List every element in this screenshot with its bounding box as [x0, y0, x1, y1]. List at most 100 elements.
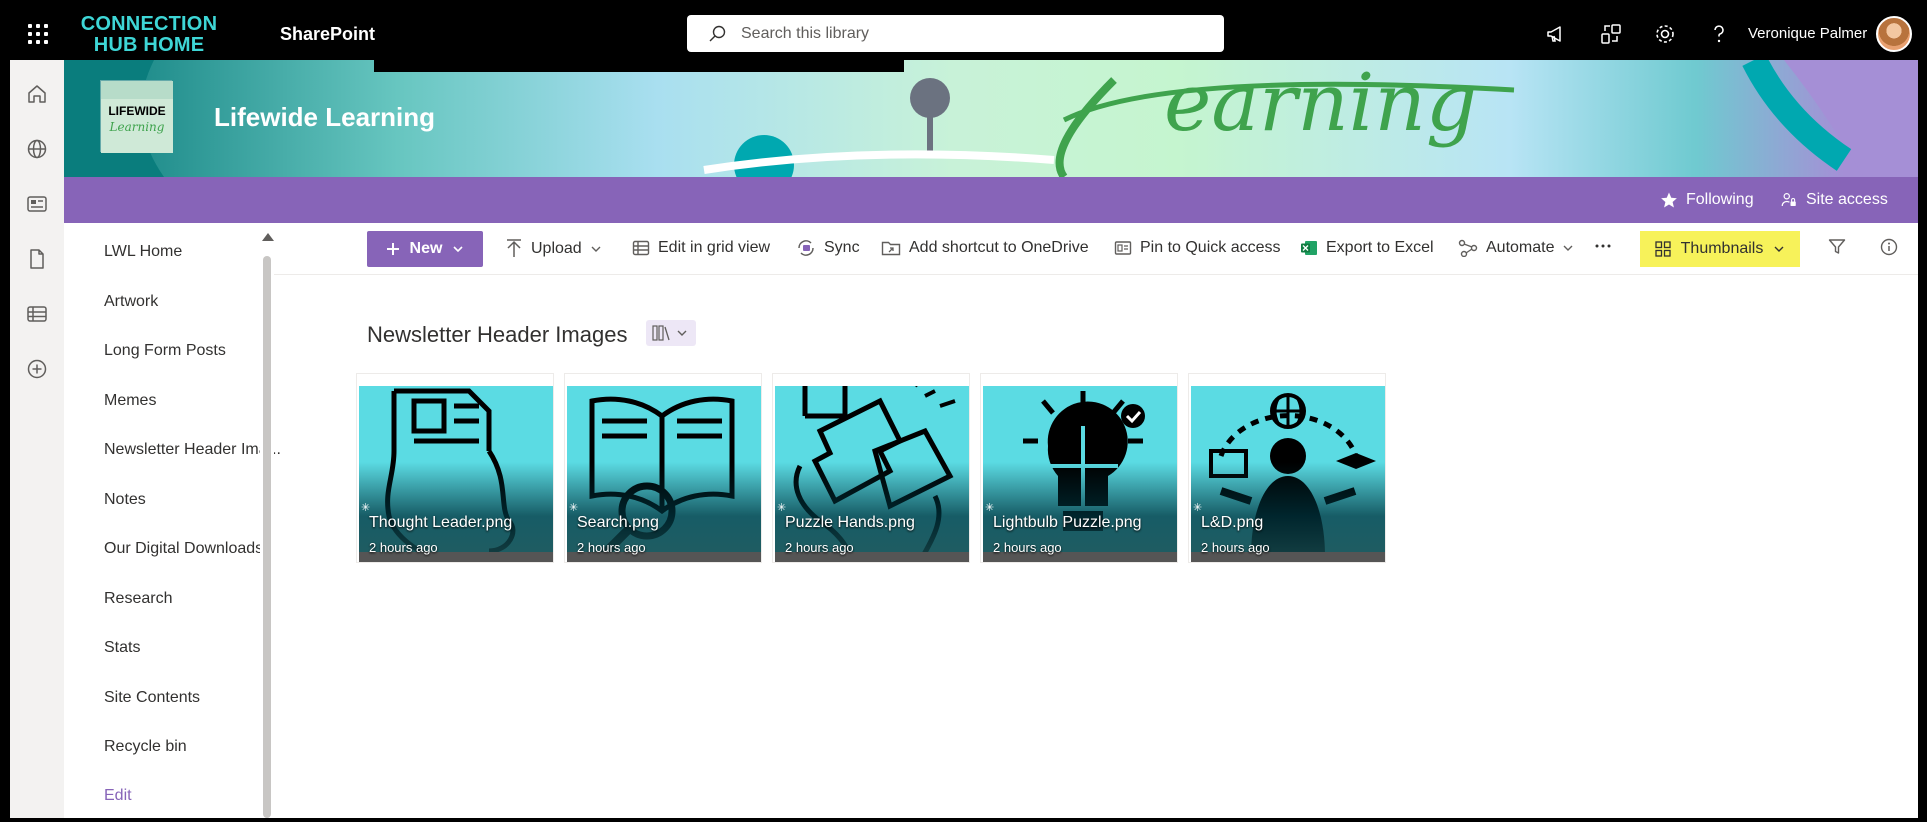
file-thumbnail: ✳ L&D.png 2 hours ago — [1191, 386, 1385, 562]
file-tile[interactable]: ✳ Lightbulb Puzzle.png 2 hours ago — [980, 373, 1178, 563]
nav-item-recycle-bin[interactable]: Recycle bin — [104, 738, 187, 756]
suite-bar: CONNECTION HUB HOME SharePoint Search th… — [10, 8, 1918, 60]
user-name[interactable]: Veronique Palmer — [1748, 25, 1867, 42]
list-icon[interactable] — [25, 302, 49, 326]
automate-label: Automate — [1486, 239, 1555, 256]
app-switch-icon[interactable] — [1599, 22, 1623, 46]
document-icon[interactable] — [25, 247, 49, 271]
sharepoint-window: CONNECTION HUB HOME SharePoint Search th… — [10, 8, 1918, 818]
site-logo[interactable]: LIFEWIDE Learning — [100, 80, 173, 153]
site-access-button[interactable]: Site access — [1780, 191, 1888, 209]
nav-scrollbar[interactable] — [260, 223, 274, 818]
new-button[interactable]: New — [367, 231, 483, 267]
sync-icon — [798, 240, 814, 256]
site-navigation: LWL Home Artwork Long Form Posts Memes N… — [64, 223, 319, 818]
file-tile[interactable]: ✳ Thought Leader.png 2 hours ago — [356, 373, 554, 563]
export-excel-label: Export to Excel — [1326, 239, 1434, 256]
add-shortcut-button[interactable]: Add shortcut to OneDrive — [881, 239, 1089, 257]
upload-icon — [507, 239, 521, 257]
file-name[interactable]: Thought Leader.png — [369, 514, 512, 532]
megaphone-icon[interactable] — [1545, 22, 1569, 46]
chevron-down-icon — [591, 246, 601, 252]
nav-item-newsletter-header-images[interactable]: Newsletter Header Ima... — [104, 441, 281, 459]
sync-button[interactable]: Sync — [796, 239, 860, 257]
pin-quick-access-button[interactable]: Pin to Quick access — [1114, 239, 1281, 257]
filter-icon[interactable] — [1828, 238, 1846, 256]
library-title[interactable]: Newsletter Header Images — [367, 322, 627, 348]
upload-button[interactable]: Upload — [505, 239, 602, 259]
library-view-switcher[interactable] — [646, 320, 696, 346]
file-name[interactable]: Puzzle Hands.png — [785, 514, 915, 532]
search-box[interactable]: Search this library — [687, 15, 1224, 52]
nav-item-lwl-home[interactable]: LWL Home — [104, 243, 182, 261]
create-icon[interactable] — [25, 357, 49, 381]
nav-item-memes[interactable]: Memes — [104, 392, 156, 410]
nav-item-artwork[interactable]: Artwork — [104, 293, 158, 311]
site-title[interactable]: Lifewide Learning — [214, 102, 435, 133]
plus-icon — [386, 243, 399, 255]
search-input[interactable]: Search this library — [741, 25, 869, 43]
home-icon[interactable] — [25, 82, 49, 106]
view-selector-thumbnails[interactable]: Thumbnails — [1640, 231, 1800, 267]
nav-item-stats[interactable]: Stats — [104, 639, 140, 657]
svg-text:Learning: Learning — [109, 120, 165, 134]
edit-grid-label: Edit in grid view — [658, 239, 771, 256]
site-header: earning LIFEWIDE Learning Lifewide Learn… — [64, 60, 1918, 177]
scrollbar-thumb[interactable] — [263, 256, 271, 818]
file-tile[interactable]: ✳ Search.png 2 hours ago — [564, 373, 762, 563]
app-name[interactable]: SharePoint — [280, 24, 375, 45]
following-label: Following — [1686, 191, 1754, 208]
thumbnails-icon — [1654, 241, 1671, 257]
edit-grid-view-button[interactable]: Edit in grid view — [632, 239, 770, 257]
chevron-down-icon — [453, 246, 464, 253]
thumbnails-label: Thumbnails — [1680, 240, 1764, 257]
file-tile[interactable]: ✳ L&D.png 2 hours ago — [1188, 373, 1386, 563]
file-modified: 2 hours ago — [369, 540, 438, 555]
nav-item-research[interactable]: Research — [104, 590, 172, 608]
nav-item-notes[interactable]: Notes — [104, 491, 146, 509]
chevron-down-icon — [1774, 246, 1784, 252]
nav-item-our-digital-downloads[interactable]: Our Digital Downloads — [104, 540, 263, 558]
pin-label: Pin to Quick access — [1140, 239, 1281, 256]
excel-icon — [1301, 241, 1317, 255]
people-lock-icon — [1781, 193, 1796, 207]
star-icon — [1661, 192, 1677, 208]
scroll-up-icon[interactable] — [262, 233, 274, 241]
nav-item-long-form-posts[interactable]: Long Form Posts — [104, 342, 226, 360]
file-name[interactable]: Lightbulb Puzzle.png — [993, 514, 1142, 532]
library-books-icon — [652, 325, 687, 341]
chevron-down-icon — [1563, 245, 1573, 251]
nav-edit-link[interactable]: Edit — [104, 787, 132, 805]
site-logo-art: LIFEWIDE Learning — [101, 81, 173, 153]
site-actions-bar: Following Site access — [64, 177, 1918, 223]
file-modified: 2 hours ago — [577, 540, 646, 555]
file-tile[interactable]: ✳ Puzzle Hands.png 2 hours ago — [772, 373, 970, 563]
nav-item-site-contents[interactable]: Site Contents — [104, 689, 200, 707]
pin-icon — [1114, 241, 1132, 255]
command-bar: New Upload Edit in grid view Sync Add sh… — [274, 223, 1918, 275]
svg-text:earning: earning — [1164, 60, 1477, 149]
svg-text:LIFEWIDE: LIFEWIDE — [108, 104, 165, 118]
export-excel-button[interactable]: Export to Excel — [1300, 239, 1434, 257]
file-thumbnail: ✳ Thought Leader.png 2 hours ago — [359, 386, 553, 562]
hub-home-link[interactable]: CONNECTION HUB HOME — [74, 14, 224, 56]
add-shortcut-label: Add shortcut to OneDrive — [909, 239, 1089, 256]
app-launcher-icon[interactable] — [26, 22, 50, 46]
avatar[interactable] — [1876, 16, 1912, 52]
info-icon[interactable] — [1880, 238, 1898, 256]
more-options-icon[interactable] — [1594, 237, 1612, 255]
help-icon[interactable] — [1707, 22, 1731, 46]
file-name[interactable]: L&D.png — [1201, 514, 1263, 532]
following-button[interactable]: Following — [1660, 191, 1754, 209]
globe-icon[interactable] — [25, 137, 49, 161]
gear-icon[interactable] — [1653, 22, 1677, 46]
new-label: New — [409, 240, 443, 257]
automate-button[interactable]: Automate — [1458, 239, 1574, 257]
file-thumbnail: ✳ Puzzle Hands.png 2 hours ago — [775, 386, 969, 562]
file-modified: 2 hours ago — [1201, 540, 1270, 555]
file-name[interactable]: Search.png — [577, 514, 659, 532]
file-thumbnail: ✳ Lightbulb Puzzle.png 2 hours ago — [983, 386, 1177, 562]
grid-icon — [632, 240, 650, 256]
news-icon[interactable] — [25, 192, 49, 216]
automate-icon — [1458, 239, 1478, 257]
